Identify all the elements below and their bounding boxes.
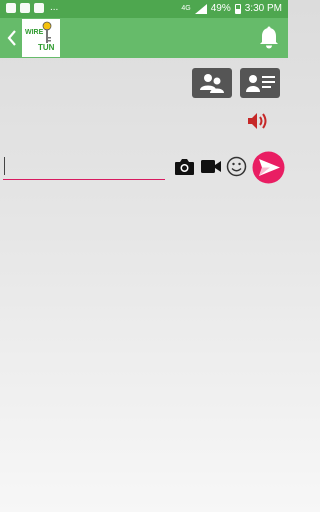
contacts-button[interactable] [192, 68, 232, 98]
battery-percent: 49% [210, 3, 231, 14]
gallery-icon [6, 3, 16, 13]
notification-icons: ... [6, 3, 58, 13]
status-indicators: 4G 49% 3:30 PM [181, 3, 282, 14]
app-bar: WIRE TUN [0, 18, 288, 58]
image-icon [20, 3, 30, 13]
back-chevron-icon[interactable] [4, 27, 20, 49]
status-bar: ... 4G 49% 3:30 PM [0, 0, 288, 18]
speaker-icon[interactable] [247, 111, 269, 131]
message-icon [34, 3, 44, 13]
emoji-icon[interactable] [226, 156, 247, 177]
message-input[interactable] [3, 154, 165, 180]
logo-text-tun: TUN [38, 43, 55, 52]
group-icon [200, 74, 224, 93]
network-type: 4G [181, 5, 191, 12]
videocam-icon[interactable] [200, 158, 222, 175]
clock: 3:30 PM [244, 3, 282, 14]
signal-icon [194, 3, 207, 14]
logo-text-wire: WIRE [25, 29, 44, 36]
person-lines-icon [246, 75, 275, 92]
camera-icon[interactable] [174, 157, 195, 176]
more-notifications: ... [50, 2, 59, 13]
send-icon[interactable] [252, 151, 285, 184]
text-cursor [4, 157, 5, 175]
contact-list-button[interactable] [240, 68, 280, 98]
app-logo: WIRE TUN [22, 19, 60, 57]
battery-icon [234, 3, 241, 14]
bell-icon[interactable] [258, 26, 280, 50]
